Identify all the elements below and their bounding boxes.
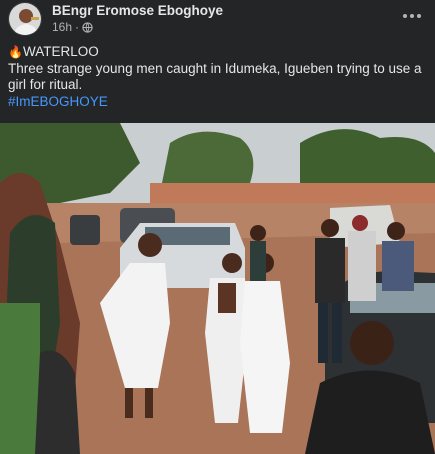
author-name[interactable]: BEngr Eromose Eboghoye (52, 3, 223, 18)
post-body-line-1: Three strange young men caught in Idumek… (8, 60, 422, 76)
fire-emoji-icon: 🔥 (8, 45, 23, 59)
post-body-line-2: girl for ritual. (8, 77, 83, 92)
post-text: 🔥WATERLOO Three strange young men caught… (8, 44, 428, 110)
author-avatar[interactable] (8, 2, 42, 36)
post-header: BEngr Eromose Eboghoye 16h · (0, 0, 435, 40)
post-photo[interactable] (0, 123, 435, 454)
post-timestamp[interactable]: 16h (52, 20, 72, 34)
hashtag-link[interactable]: #ImEBOGHOYE (8, 94, 428, 111)
post-meta: 16h · (52, 20, 93, 34)
post-headline-line: 🔥WATERLOO (8, 44, 428, 61)
globe-icon[interactable] (82, 21, 93, 33)
more-options-icon[interactable] (401, 6, 423, 26)
post-headline: WATERLOO (22, 44, 99, 59)
